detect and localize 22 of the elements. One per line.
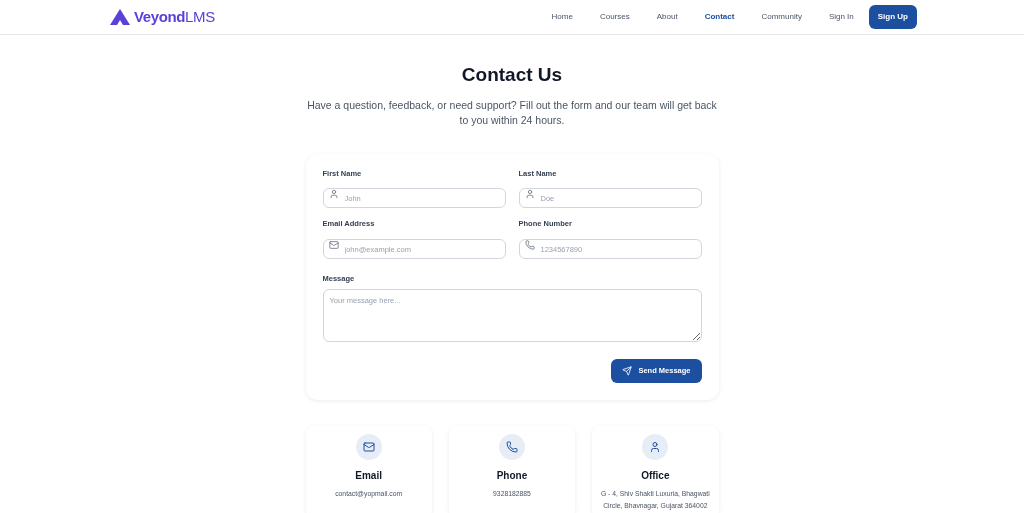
- person-icon: [328, 188, 339, 199]
- person-icon: [649, 440, 662, 453]
- card-title: Office: [641, 468, 670, 483]
- phone-icon: [524, 239, 535, 250]
- card-title: Phone: [496, 468, 528, 483]
- nav-link[interactable]: Sign In: [828, 11, 854, 23]
- page-subtitle: Have a question, feedback, or need support? Fill out the form and our team will get back to you within 24 hours.: [306, 97, 718, 128]
- page-title: Contact Us: [461, 63, 563, 87]
- mail-icon: [362, 440, 375, 453]
- logo-text: VeyondLMS: [134, 6, 215, 27]
- nav-link[interactable]: About: [656, 11, 678, 23]
- logo-icon: [110, 9, 130, 25]
- nav-link[interactable]: Contact: [704, 11, 735, 23]
- nav-link[interactable]: Home: [551, 11, 573, 23]
- sign-up-button[interactable]: Sign Up: [868, 5, 917, 29]
- mail-icon: [328, 239, 339, 250]
- phone-icon: [506, 440, 518, 453]
- card-title: Email: [355, 468, 382, 483]
- person-icon: [524, 188, 535, 199]
- nav-link[interactable]: Community: [761, 11, 802, 23]
- send-icon: [622, 365, 633, 376]
- nav-link[interactable]: Courses: [599, 11, 630, 23]
